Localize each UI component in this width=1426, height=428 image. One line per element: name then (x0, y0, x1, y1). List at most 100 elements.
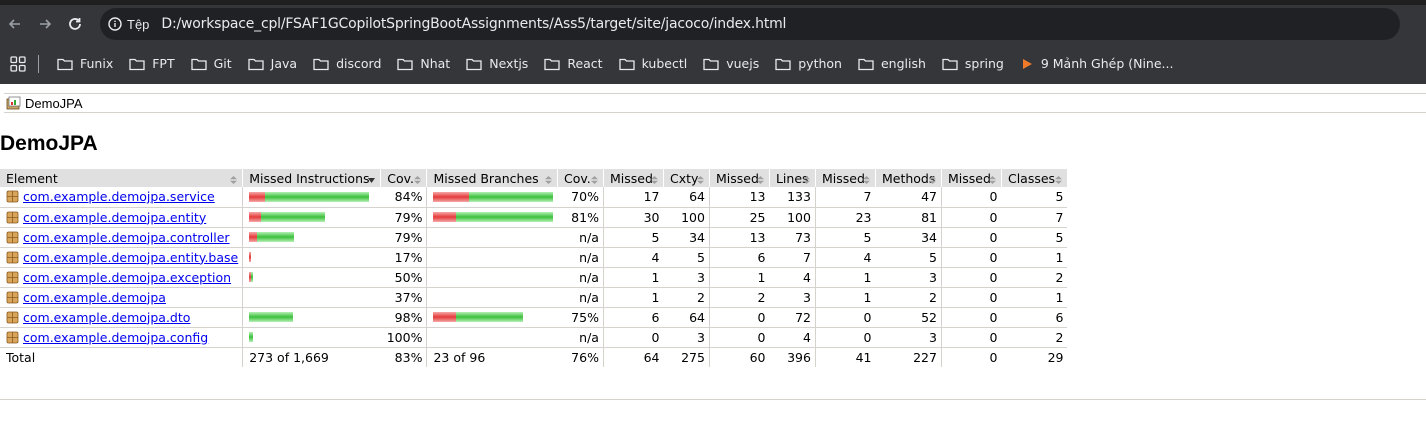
bookmark-label: Java (270, 56, 298, 71)
complexity-missed: 5 (602, 227, 664, 248)
address-bar[interactable]: Tệp D:/workspace_cpl/FSAF1GCopilotSpring… (100, 8, 1400, 40)
element-cell: com.example.demojpa.service (0, 187, 243, 208)
reload-button[interactable] (60, 9, 90, 39)
bookmark-item[interactable]: 9 Mảnh Ghép (Nine... (1012, 50, 1182, 78)
apps-grid-icon (10, 55, 26, 72)
column-header[interactable]: Lines (768, 169, 816, 187)
column-header[interactable]: Classes (1000, 169, 1068, 187)
missed-branches-cell (426, 207, 558, 228)
bookmark-label: Git (213, 56, 232, 71)
sort-icon (590, 173, 599, 188)
column-header-label: Cov. (563, 170, 591, 186)
missed-instructions-cell (242, 247, 381, 268)
bookmark-item[interactable]: vuejs (695, 50, 767, 78)
forward-button[interactable] (30, 9, 60, 39)
sort-icon (696, 173, 705, 188)
element-cell: com.example.demojpa.exception (0, 267, 243, 288)
package-link[interactable]: com.example.demojpa.controller (23, 230, 230, 245)
folder-icon (544, 58, 560, 70)
complexity-total: 64 (663, 187, 710, 208)
column-header[interactable]: Cov. (380, 169, 427, 187)
bookmark-item[interactable]: discord (305, 50, 389, 78)
column-header[interactable]: Element (0, 169, 243, 187)
instructions-coverage-bar (249, 292, 377, 302)
total-br-cov: 76% (557, 346, 604, 367)
bookmark-label: Nhat (420, 56, 451, 71)
column-header-label: Cxty (669, 170, 699, 186)
covered-bar-segment (456, 312, 524, 322)
bookmark-item[interactable]: kubectl (611, 50, 696, 78)
package-link[interactable]: com.example.demojpa.dto (23, 310, 190, 325)
methods-missed: 7 (814, 187, 876, 208)
bookmark-item[interactable]: english (850, 50, 934, 78)
missed-branches-cell (426, 327, 558, 348)
missed-bar-segment (249, 232, 258, 242)
complexity-total: 5 (663, 247, 710, 268)
package-link[interactable]: com.example.demojpa.entity (23, 210, 206, 225)
covered-bar-segment (249, 332, 254, 342)
total-lines-missed: 60 (708, 346, 770, 367)
column-header[interactable]: Missed (602, 169, 664, 187)
classes-missed: 0 (940, 287, 1002, 308)
bookmark-item[interactable]: React (536, 50, 610, 78)
column-header[interactable]: Cov. (556, 169, 604, 188)
bookmark-item[interactable]: python (767, 50, 850, 78)
breadcrumb: DemoJPA (4, 93, 1426, 113)
package-link[interactable]: com.example.demojpa (23, 290, 166, 305)
bookmark-item[interactable]: spring (934, 50, 1012, 78)
bookmark-item[interactable]: Java (240, 50, 305, 78)
branches-coverage-pct: n/a (557, 327, 604, 348)
total-row: Total 273 of 1,669 83% 23 of 96 76% 64 2… (0, 346, 1068, 367)
column-header[interactable]: Missed Instructions (242, 169, 381, 187)
folder-icon (703, 58, 719, 70)
table-row: com.example.demojpa 37% n/a 1 2 2 3 1 2 0 1 (0, 287, 1068, 308)
branches-coverage-pct: n/a (557, 247, 604, 268)
package-link[interactable]: com.example.demojpa.service (23, 189, 215, 204)
folder-icon (190, 58, 207, 70)
column-header[interactable]: Cxty (662, 169, 710, 188)
methods-missed: 1 (814, 267, 876, 288)
branches-coverage-bar (433, 312, 553, 322)
bookmark-item[interactable]: Nextjs (458, 50, 536, 78)
column-header[interactable]: Missed (940, 169, 1002, 187)
missed-instructions-cell (242, 187, 381, 208)
column-header[interactable]: Methods (874, 169, 942, 187)
column-header-label: Missed Branches (433, 170, 539, 186)
complexity-missed: 30 (602, 207, 664, 228)
classes-missed: 0 (940, 267, 1002, 288)
package-link[interactable]: com.example.demojpa.exception (23, 270, 231, 285)
site-info-chip[interactable]: Tệp (108, 8, 161, 40)
play-icon (1022, 58, 1032, 69)
methods-total: 47 (875, 187, 942, 208)
methods-missed: 0 (814, 327, 876, 348)
back-button[interactable] (0, 9, 30, 39)
classes-total: 6 (1001, 307, 1068, 328)
bookmark-item[interactable]: FPT (121, 50, 182, 78)
package-link[interactable]: com.example.demojpa.config (23, 330, 208, 345)
classes-total: 5 (1001, 227, 1068, 248)
bookmark-label: english (880, 56, 926, 71)
bookmark-label: FPT (152, 56, 175, 71)
package-icon (6, 211, 19, 223)
package-icon (6, 271, 19, 283)
missed-instructions-cell (242, 227, 381, 248)
complexity-total: 100 (663, 207, 710, 228)
methods-total: 52 (875, 307, 942, 328)
table-row: com.example.demojpa.entity.base 17% n/a 4 5 6… (0, 247, 1068, 268)
package-link[interactable]: com.example.demojpa.entity.base (23, 250, 238, 265)
column-header[interactable]: Missed (708, 169, 770, 187)
total-methods: 227 (875, 346, 942, 367)
bookmark-item[interactable]: Nhat (389, 50, 458, 78)
bookmark-item[interactable]: Git (183, 50, 240, 78)
methods-total: 5 (875, 247, 942, 268)
column-header[interactable]: Missed (814, 169, 876, 187)
lines-missed: 13 (708, 227, 770, 248)
classes-total: 1 (1001, 247, 1068, 268)
url-text[interactable]: D:/workspace_cpl/FSAF1GCopilotSpringBoot… (161, 16, 786, 32)
bookmark-item[interactable]: Funix (49, 50, 121, 78)
missed-branches-cell (426, 227, 558, 248)
total-cxty: 275 (663, 346, 710, 367)
table-row: com.example.demojpa.entity 79% 81% 30 100 25 1… (0, 207, 1068, 228)
apps-button[interactable] (8, 54, 28, 74)
column-header[interactable]: Missed Branches (426, 169, 558, 187)
